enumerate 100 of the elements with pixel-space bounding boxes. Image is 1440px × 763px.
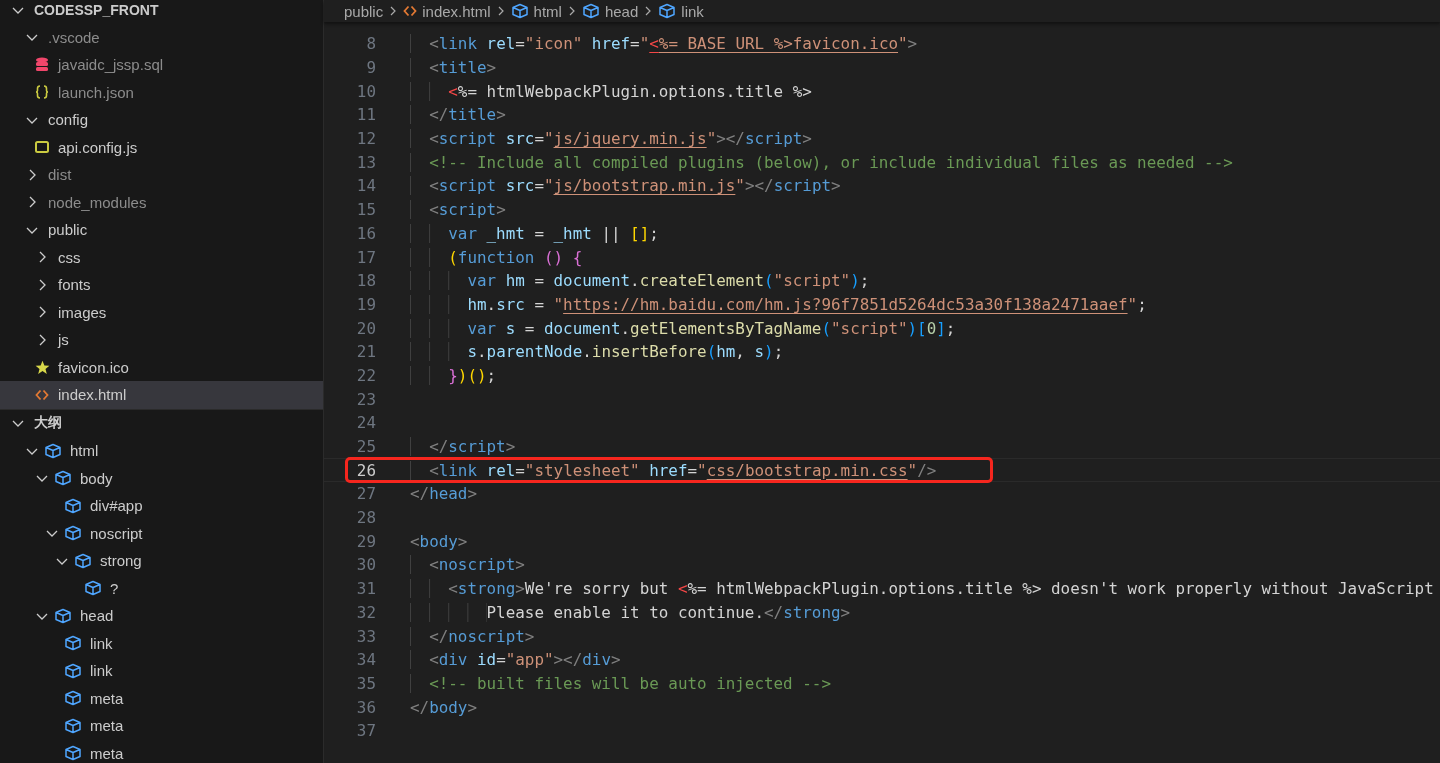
code-line: s.parentNode.insertBefore(hm, s); (410, 342, 784, 362)
outline-header[interactable]: 大纲 (0, 409, 323, 437)
folder-item[interactable]: js (0, 326, 323, 354)
cube-icon (658, 3, 677, 19)
line-number: 19 (355, 294, 377, 314)
outline-item[interactable]: meta (0, 684, 323, 712)
line-number: 28 (355, 508, 377, 528)
outline-item[interactable]: body (0, 464, 323, 492)
line-number: 31 (355, 579, 377, 599)
cube-icon (74, 552, 92, 569)
code-line: </title> (410, 105, 506, 125)
code-line: <script src="js/bootstrap.min.js"></script> (410, 176, 841, 196)
star-icon (34, 359, 50, 375)
code-line: <div id="app"></div> (410, 650, 621, 670)
folder-item[interactable]: css (0, 243, 323, 271)
code-line: var s = document.getElementsByTagName("script")[0]; (410, 318, 956, 338)
line-number: 35 (355, 673, 377, 693)
cube-icon (64, 662, 82, 679)
line-number: 9 (365, 58, 377, 78)
outline-item[interactable]: strong (0, 547, 323, 575)
code-line: var _hmt = _hmt || []; (410, 223, 659, 243)
code-brackets-icon (35, 387, 49, 402)
line-number: 34 (355, 650, 377, 670)
code-line: Please enable it to continue.</strong> (410, 602, 851, 622)
code-line: </body> (410, 697, 477, 717)
database-icon (35, 57, 49, 73)
cube-icon (54, 470, 72, 487)
line-number: 37 (355, 721, 377, 741)
outline-item[interactable]: meta (0, 739, 323, 763)
line-number: 36 (355, 697, 377, 717)
outline-item[interactable]: head (0, 602, 323, 630)
folder-item[interactable]: images (0, 298, 323, 326)
breadcrumb-item[interactable]: link (658, 2, 704, 20)
file-item[interactable]: index.html (0, 381, 323, 409)
code-line: </script> (410, 437, 516, 457)
cube-icon (64, 497, 82, 514)
line-number: 17 (355, 247, 377, 267)
breadcrumb-item[interactable]: html (510, 2, 562, 20)
code-line: <title> (410, 58, 497, 78)
line-number: 25 (355, 437, 377, 457)
cube-icon (64, 525, 82, 542)
file-item[interactable]: api.config.js (0, 133, 323, 161)
cube-icon (64, 717, 82, 734)
breadcrumb-item[interactable]: index.html (403, 2, 491, 20)
folder-item[interactable]: dist (0, 161, 323, 189)
outline-item[interactable]: link (0, 629, 323, 657)
breadcrumb-item[interactable]: public (344, 2, 384, 20)
line-number: 33 (355, 626, 377, 646)
line-number: 13 (355, 152, 377, 172)
line-number: 27 (355, 484, 377, 504)
line-number: 10 (355, 81, 377, 101)
line-number: 14 (355, 176, 377, 196)
code-line: <%= htmlWebpackPlugin.options.title %> (410, 81, 812, 101)
line-number: 20 (355, 318, 377, 338)
cube-icon (64, 635, 82, 652)
line-number: 26 (355, 460, 377, 480)
code-line: <noscript> (410, 555, 525, 575)
cube-icon (44, 442, 62, 459)
line-number: 29 (355, 531, 377, 551)
code-line: </noscript> (410, 626, 535, 646)
code-line: <body> (410, 531, 468, 551)
line-number: 18 (355, 271, 377, 291)
file-item[interactable]: favicon.ico (0, 353, 323, 381)
outline-item[interactable]: ? (0, 574, 323, 602)
line-number: 21 (355, 342, 377, 362)
cube-icon (84, 580, 102, 597)
file-item[interactable]: launch.json (0, 78, 323, 106)
cube-icon (581, 3, 600, 19)
folder-item[interactable]: .vscode (0, 23, 323, 51)
code-line: <link rel="stylesheet" href="css/bootstrap.min.css"/> (410, 460, 937, 480)
outline-item[interactable]: div#app (0, 492, 323, 520)
code-line: var hm = document.createElement("script"); (410, 271, 870, 291)
cube-icon (64, 745, 82, 762)
line-number: 8 (365, 34, 377, 54)
folder-item[interactable]: public (0, 216, 323, 244)
outline-item[interactable]: meta (0, 712, 323, 740)
code-line: <script src="js/jquery.min.js"></script> (410, 129, 812, 149)
code-line: <link rel="icon" href="<%= BASE_URL %>favicon.ico"> (410, 34, 918, 54)
outline-item[interactable]: html (0, 437, 323, 465)
explorer-header[interactable]: CODESSP_FRONT (0, 0, 323, 24)
line-number: 22 (355, 365, 377, 385)
outline-item[interactable]: noscript (0, 519, 323, 547)
code-line: hm.src = "https://hm.baidu.com/hm.js?96f7851d5264dc53a30f138a2471aaef"; (410, 294, 1147, 314)
line-number: 30 (355, 555, 377, 575)
code-line: <script> (410, 200, 506, 220)
folder-item[interactable]: fonts (0, 271, 323, 299)
line-number: 23 (355, 389, 377, 409)
folder-item[interactable]: config (0, 106, 323, 134)
file-item[interactable]: javaidc_jssp.sql (0, 51, 323, 79)
code-line: <!-- built files will be auto injected --> (410, 673, 831, 693)
line-number: 15 (355, 200, 377, 220)
code-line: </head> (410, 484, 477, 504)
cube-icon (54, 607, 72, 624)
outline-item[interactable]: link (0, 657, 323, 685)
code-line: <!-- Include all compiled plugins (below), or include individual files as needed --> (410, 152, 1233, 172)
line-number: 32 (355, 602, 377, 622)
breadcrumb-item[interactable]: head (581, 2, 639, 20)
code-line: <strong>We're sorry but <%= htmlWebpackPlugin.options.title %> doesn't work properly without JavaScript (410, 579, 1434, 599)
code-line: })(); (410, 365, 497, 385)
folder-item[interactable]: node_modules (0, 188, 323, 216)
